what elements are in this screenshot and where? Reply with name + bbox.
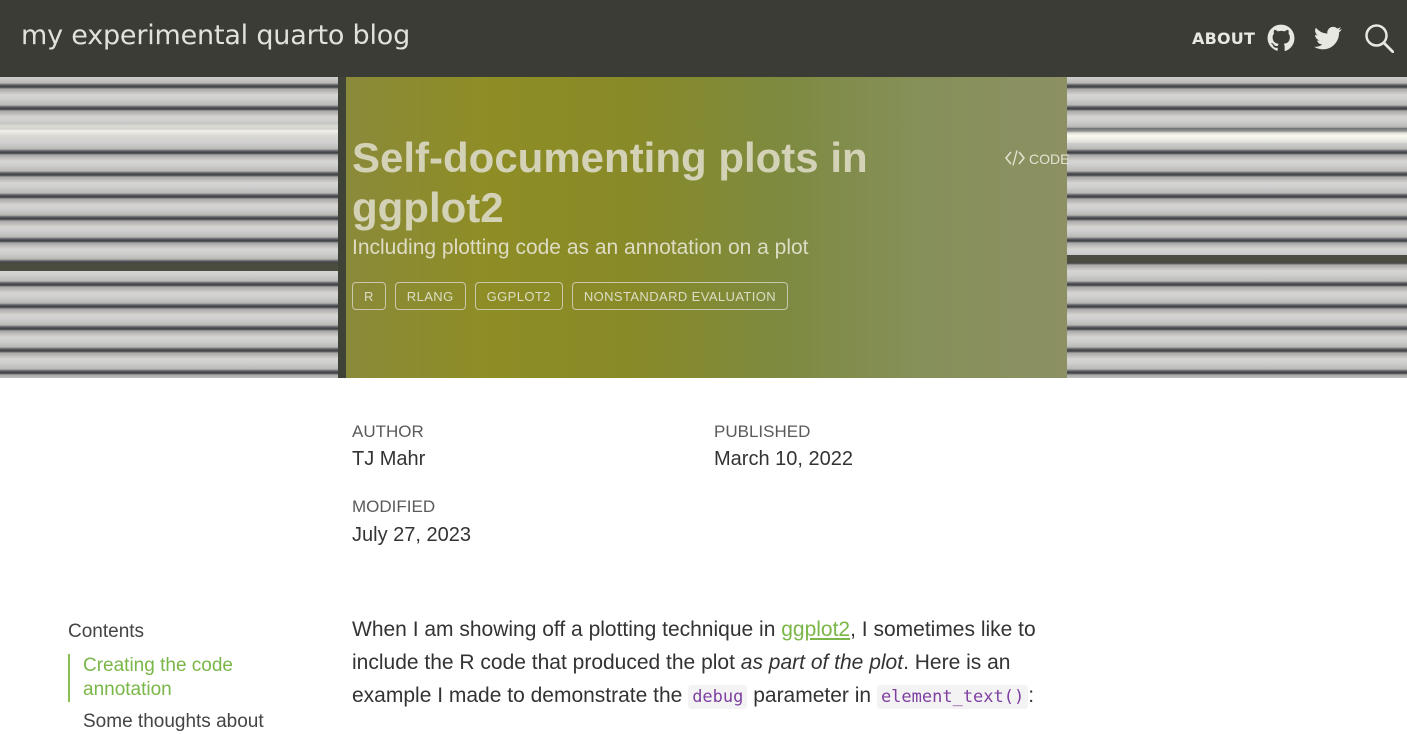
- hero-window-frame: [1067, 255, 1407, 263]
- search-icon[interactable]: [1364, 23, 1394, 53]
- tag-list: R RLANG GGPLOT2 NONSTANDARD EVALUATION: [352, 282, 789, 310]
- toc-title: Contents: [68, 621, 145, 642]
- paragraph-text: When I am showing off a plotting techniq…: [352, 618, 782, 641]
- inline-code-debug: debug: [688, 685, 748, 709]
- published-value: March 10, 2022: [714, 448, 853, 470]
- paragraph-text: :: [1028, 684, 1035, 707]
- nav-about-link[interactable]: ABOUT: [1192, 29, 1255, 48]
- hero-background-blinds-left: [0, 77, 346, 378]
- toc-item-some-thoughts[interactable]: Some thoughts about: [68, 710, 268, 734]
- code-icon: [1004, 150, 1026, 166]
- hero-light-strip: [1067, 129, 1407, 143]
- modified-value: July 27, 2023: [352, 524, 471, 546]
- tag-nonstandard-evaluation[interactable]: NONSTANDARD EVALUATION: [571, 282, 789, 310]
- emphasis-text: as part of the plot: [740, 651, 904, 674]
- table-of-contents: Creating the code annotation Some though…: [68, 654, 268, 734]
- twitter-icon[interactable]: [1314, 24, 1342, 52]
- hero-light-strip: [0, 124, 346, 138]
- page-subtitle: Including plotting code as an annotation…: [352, 236, 809, 259]
- code-label: CODE: [1029, 151, 1070, 167]
- tag-r[interactable]: R: [352, 282, 386, 310]
- author-value: TJ Mahr: [352, 448, 426, 470]
- ggplot2-link[interactable]: ggplot2: [781, 618, 850, 641]
- paragraph-text: parameter in: [747, 684, 877, 707]
- top-navbar: my experimental quarto blog ABOUT: [0, 0, 1407, 77]
- tag-rlang[interactable]: RLANG: [394, 282, 466, 310]
- inline-code-element-text[interactable]: element_text(): [876, 685, 1029, 709]
- published-label: PUBLISHED: [714, 422, 811, 441]
- article-paragraph: When I am showing off a plotting techniq…: [352, 613, 1092, 714]
- tag-ggplot2[interactable]: GGPLOT2: [474, 282, 563, 310]
- modified-label: MODIFIED: [352, 497, 436, 516]
- github-icon[interactable]: [1267, 24, 1295, 52]
- page-title: Self-documenting plots in ggplot2: [352, 134, 868, 231]
- site-brand[interactable]: my experimental quarto blog: [21, 20, 410, 51]
- hero-window-frame: [338, 77, 346, 378]
- toc-item-creating-code-annotation[interactable]: Creating the code annotation: [68, 654, 268, 702]
- author-label: AUTHOR: [352, 422, 424, 441]
- hero-background-blinds-right: [1067, 77, 1407, 378]
- hero-window-frame: [0, 263, 346, 271]
- code-toggle-button[interactable]: CODE: [1004, 150, 1070, 167]
